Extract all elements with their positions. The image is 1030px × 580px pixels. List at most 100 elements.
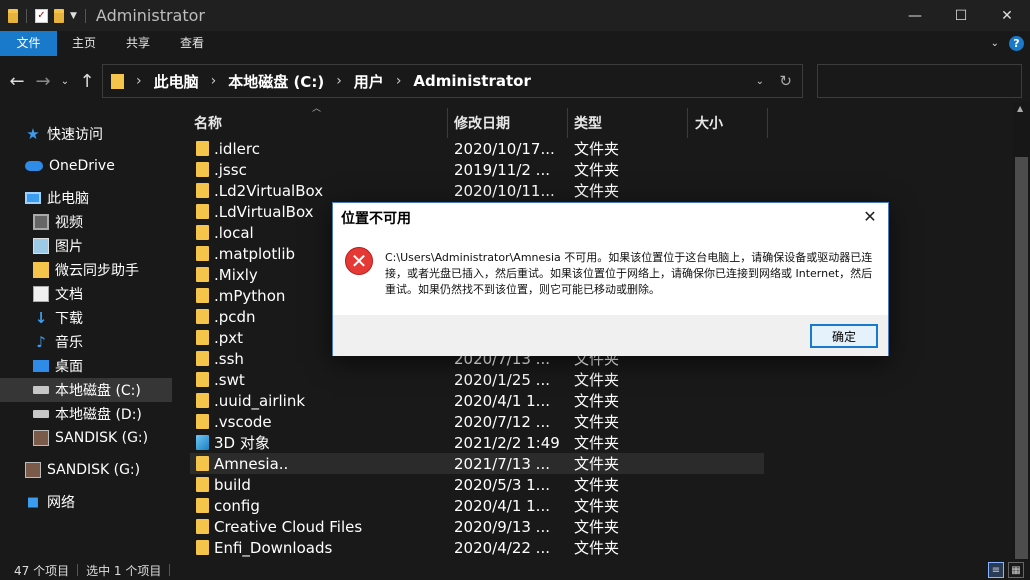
file-date: 2020/1/25 ... (454, 370, 550, 389)
nav-item-quick-access[interactable]: ★ 快速访问 (25, 122, 103, 146)
nav-item-label: OneDrive (49, 158, 115, 174)
nav-item-c-drive[interactable]: 本地磁盘 (C:) (0, 378, 172, 402)
refresh-icon[interactable]: ↻ (779, 72, 792, 90)
file-row[interactable]: config 2020/4/1 1... 文件夹 (190, 495, 764, 516)
nav-item-label: 桌面 (55, 359, 83, 375)
dialog-close-icon[interactable]: ✕ (860, 207, 880, 226)
file-name: 3D 对象 (214, 434, 270, 452)
file-row[interactable]: Creative Cloud Files 2020/9/13 ... 文件夹 (190, 516, 764, 537)
file-row[interactable]: build 2020/5/3 1... 文件夹 (190, 474, 764, 495)
up-arrow-icon[interactable]: ↑ (74, 71, 100, 92)
nav-item-desktop[interactable]: 桌面 (33, 354, 83, 378)
column-divider[interactable] (567, 108, 568, 138)
nav-item-label: 下载 (55, 311, 83, 327)
file-name: .jssc (214, 160, 247, 179)
recent-locations-chevron-icon[interactable]: ⌄ (56, 76, 74, 87)
file-type: 文件夹 (574, 140, 620, 158)
column-divider[interactable] (447, 108, 448, 138)
new-folder-icon[interactable] (54, 8, 64, 23)
close-window-button[interactable]: ✕ (984, 0, 1030, 31)
nav-item-d-drive[interactable]: 本地磁盘 (D:) (33, 402, 142, 426)
folder-icon (196, 372, 209, 387)
ok-button[interactable]: 确定 (810, 324, 878, 348)
file-row[interactable]: .uuid_airlink 2020/4/1 1... 文件夹 (190, 390, 764, 411)
maximize-button[interactable]: ☐ (938, 0, 984, 31)
help-icon[interactable]: ? (1009, 36, 1024, 51)
expand-ribbon-chevron-icon[interactable]: ⌄ (991, 38, 999, 49)
tab-file[interactable]: 文件 (0, 31, 57, 56)
network-icon: ■ (26, 494, 40, 510)
breadcrumb-users[interactable]: 用户 (354, 71, 384, 92)
file-row[interactable]: Enfi_Downloads 2020/4/22 ... 文件夹 (190, 537, 764, 558)
scroll-up-arrow-icon[interactable]: ▲ (1017, 104, 1023, 113)
file-row[interactable]: .jssc 2019/11/2 ... 文件夹 (190, 159, 764, 180)
file-type: 文件夹 (574, 476, 620, 494)
breadcrumb-separator-icon[interactable]: › (136, 73, 142, 89)
nav-item-label: 网络 (47, 495, 75, 511)
file-name: .ssh (214, 349, 244, 368)
tab-view[interactable]: 查看 (165, 31, 219, 56)
file-name: Enfi_Downloads (214, 538, 333, 557)
file-row[interactable]: .idlerc 2020/10/17... 文件夹 (190, 138, 764, 159)
nav-item-onedrive[interactable]: OneDrive (25, 154, 115, 178)
column-header-name[interactable]: 名称 (194, 108, 222, 138)
file-name: .local (214, 223, 254, 242)
file-name: build (214, 475, 251, 494)
file-row[interactable]: .swt 2020/1/25 ... 文件夹 (190, 369, 764, 390)
vertical-scrollbar[interactable]: ▲ (1013, 102, 1030, 560)
column-header-date[interactable]: 修改日期 (454, 108, 510, 138)
nav-item-network[interactable]: ■ 网络 (25, 490, 75, 514)
nav-item-music[interactable]: ♪ 音乐 (33, 330, 83, 354)
breadcrumb-c-drive[interactable]: 本地磁盘 (C:) (228, 71, 324, 92)
breadcrumb-administrator[interactable]: Administrator (413, 72, 530, 90)
navigation-pane: ★ 快速访问 OneDrive 此电脑 视频 图片 微云同步助手 文档 ↓ 下载 ♪… (0, 110, 180, 562)
folder-icon (196, 246, 209, 261)
column-divider[interactable] (687, 108, 688, 138)
file-name: .uuid_airlink (214, 391, 306, 410)
file-type: 文件夹 (574, 413, 620, 431)
pictures-icon (33, 238, 49, 254)
breadcrumb-separator-icon[interactable]: › (211, 73, 217, 89)
usb-drive-icon (25, 462, 41, 478)
nav-item-sandisk-g-root[interactable]: SANDISK (G:) (25, 458, 140, 482)
large-icons-view-icon[interactable]: ▦ (1008, 562, 1024, 578)
tab-share[interactable]: 共享 (111, 31, 165, 56)
breadcrumb-this-pc[interactable]: 此电脑 (154, 71, 199, 92)
nav-item-downloads[interactable]: ↓ 下载 (33, 306, 83, 330)
nav-item-pictures[interactable]: 图片 (33, 234, 83, 258)
nav-item-weiyun[interactable]: 微云同步助手 (33, 258, 139, 282)
customize-toolbar-chevron-icon[interactable]: ▼ (70, 11, 77, 21)
file-type: 文件夹 (574, 182, 620, 200)
file-row[interactable]: .Ld2VirtualBox 2020/10/11... 文件夹 (190, 180, 764, 201)
file-row[interactable]: 3D 对象 2021/2/2 1:49 文件夹 (190, 432, 764, 453)
music-icon: ♪ (36, 333, 46, 351)
search-input[interactable] (817, 64, 1022, 98)
column-divider[interactable] (767, 108, 768, 138)
file-row-selected[interactable]: Amnesia.. 2021/7/13 ... 文件夹 (190, 453, 764, 474)
file-row[interactable]: .vscode 2020/7/12 ... 文件夹 (190, 411, 764, 432)
file-date: 2020/5/3 1... (454, 475, 550, 494)
minimize-button[interactable]: — (892, 0, 938, 31)
scrollbar-thumb[interactable] (1015, 157, 1028, 559)
back-arrow-icon[interactable]: ← (4, 71, 30, 92)
file-date: 2021/7/13 ... (454, 454, 550, 473)
nav-item-documents[interactable]: 文档 (33, 282, 83, 306)
properties-icon[interactable]: ✓ (35, 8, 48, 23)
3d-objects-icon (196, 435, 209, 450)
file-date: 2020/4/22 ... (454, 538, 550, 557)
forward-arrow-icon[interactable]: → (30, 71, 56, 92)
folder-icon (111, 73, 124, 89)
address-bar[interactable]: › 此电脑 › 本地磁盘 (C:) › 用户 › Administrator ⌄… (102, 64, 803, 98)
folder-icon (196, 225, 209, 240)
column-header-type[interactable]: 类型 (574, 108, 602, 138)
column-header-size[interactable]: 大小 (695, 108, 723, 138)
nav-item-this-pc[interactable]: 此电脑 (25, 186, 89, 210)
address-history-chevron-icon[interactable]: ⌄ (756, 76, 764, 87)
nav-item-videos[interactable]: 视频 (33, 210, 83, 234)
file-date: 2020/7/12 ... (454, 412, 550, 431)
breadcrumb-separator-icon[interactable]: › (396, 73, 402, 89)
tab-home[interactable]: 主页 (57, 31, 111, 56)
details-view-icon[interactable]: ≡ (988, 562, 1004, 578)
breadcrumb-separator-icon[interactable]: › (336, 73, 342, 89)
nav-item-sandisk-g[interactable]: SANDISK (G:) (33, 426, 148, 450)
